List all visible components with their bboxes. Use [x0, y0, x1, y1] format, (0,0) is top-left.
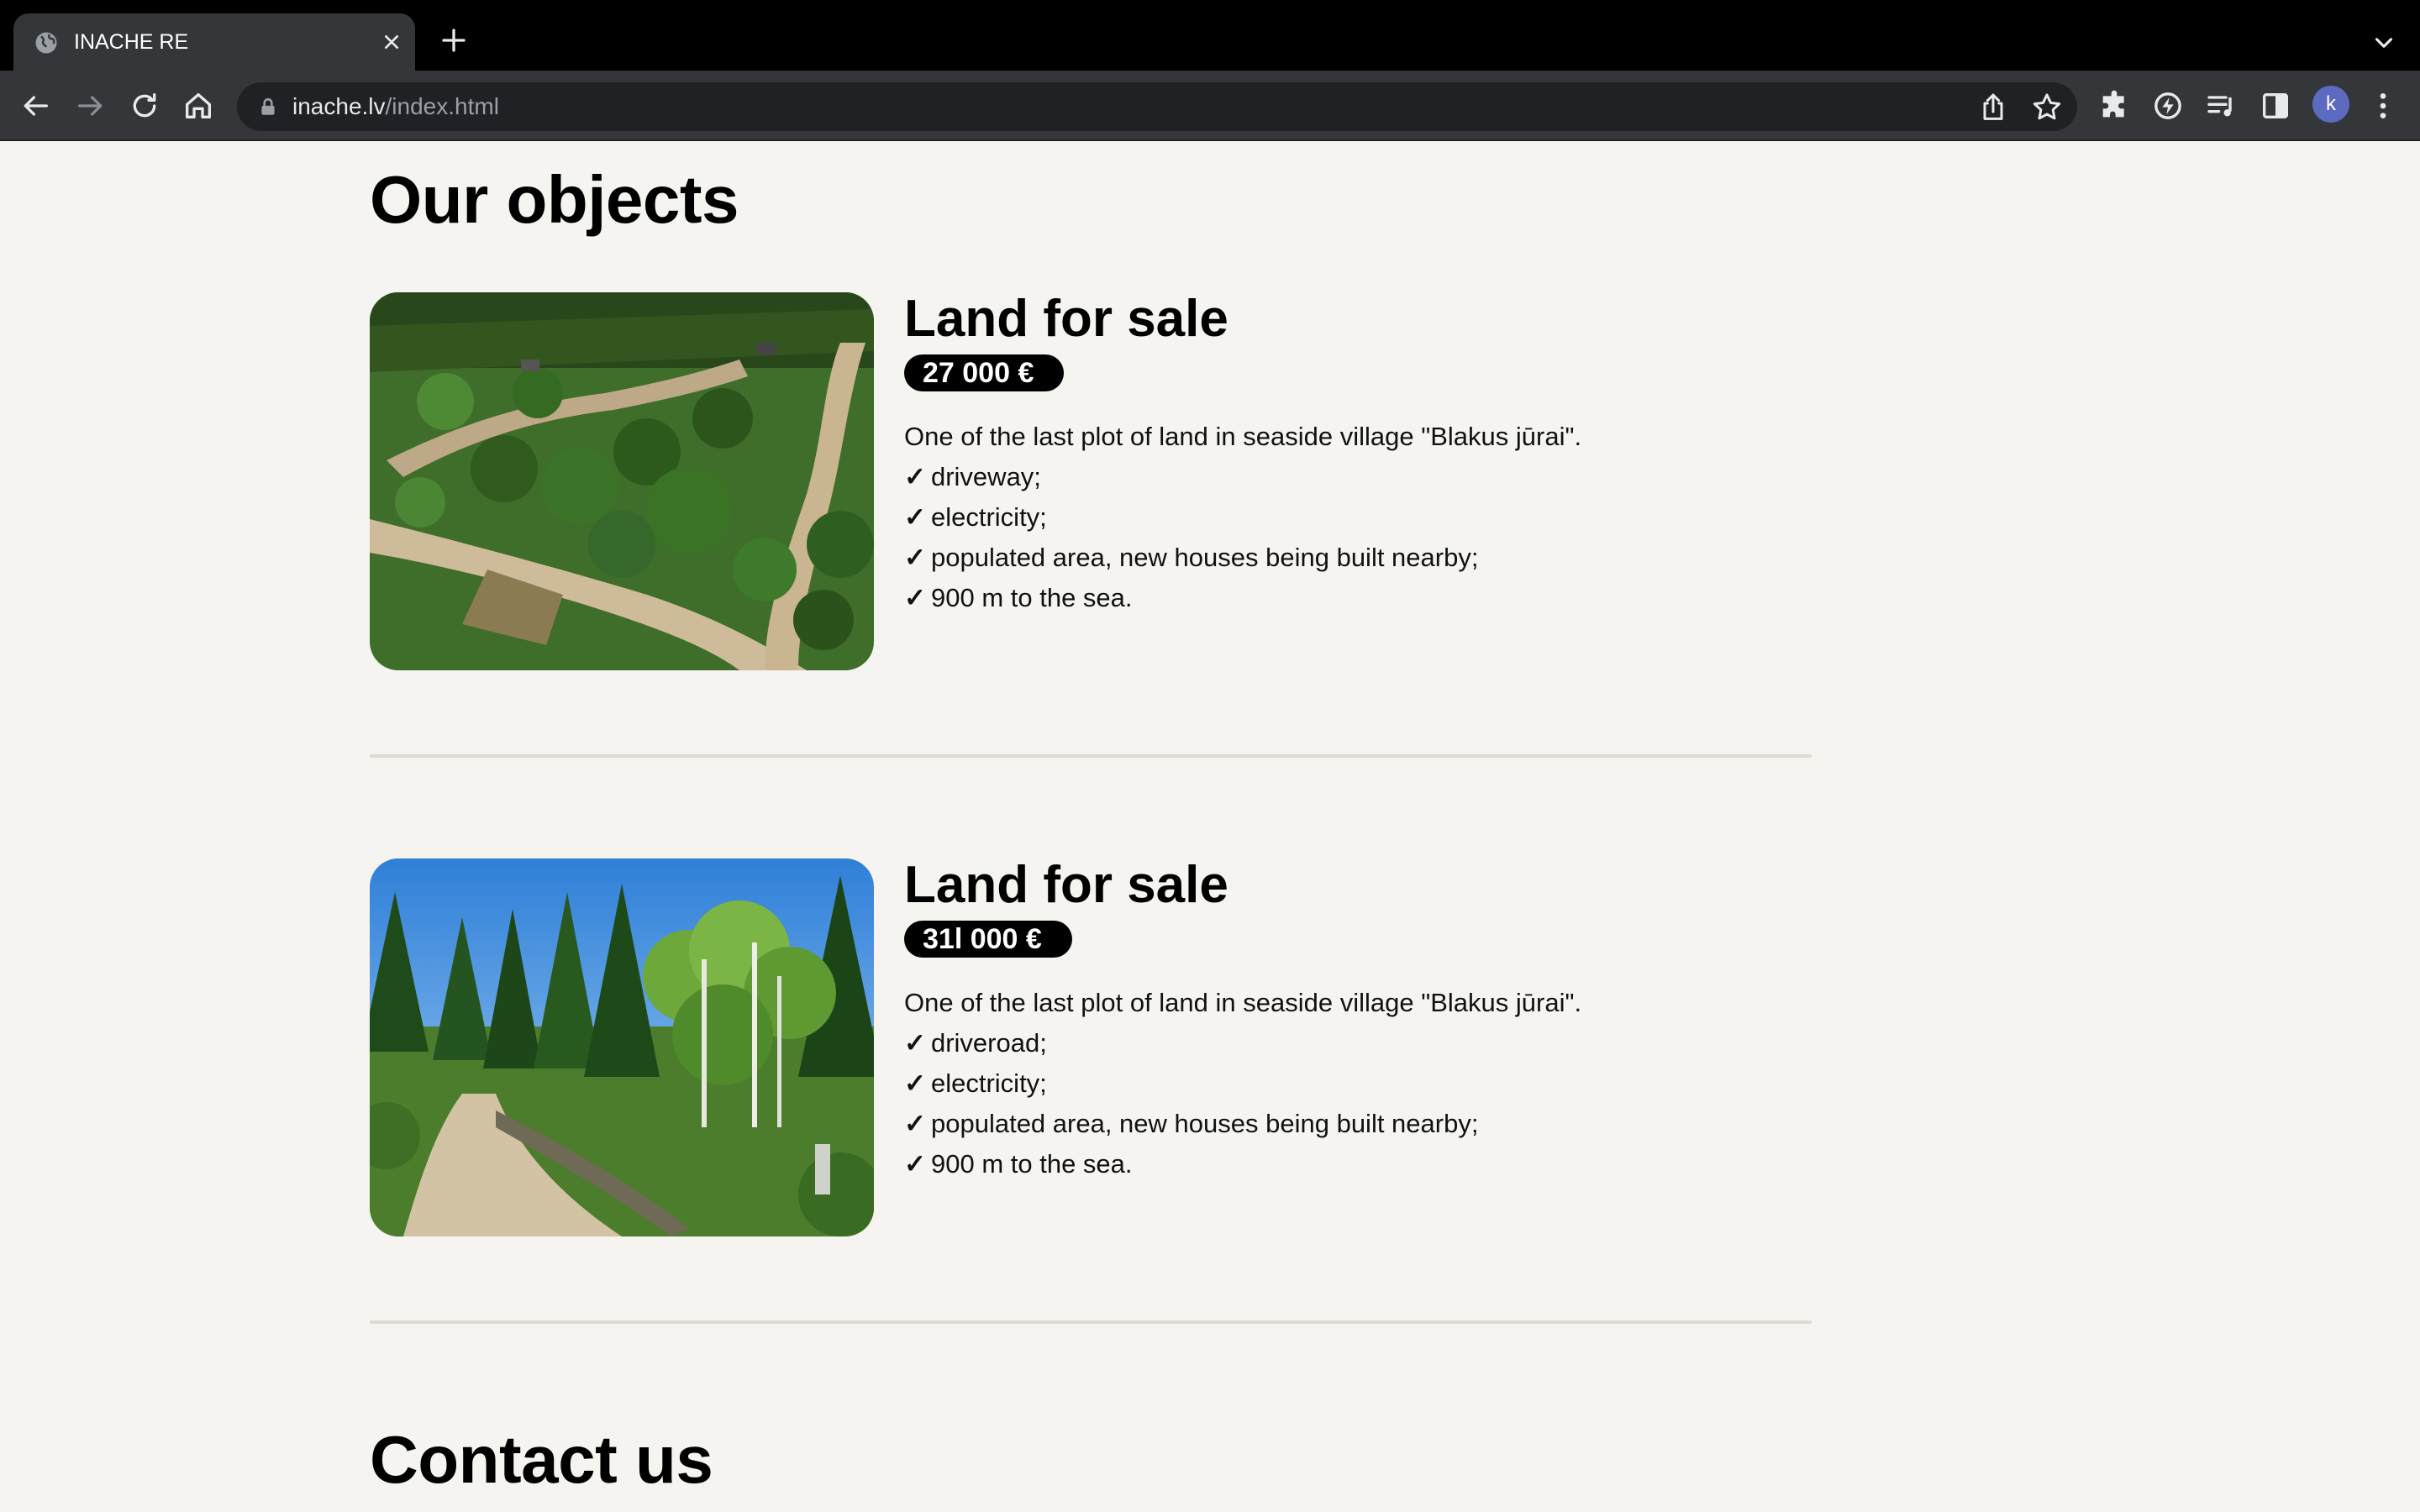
feature-item: ✓ electricity;: [904, 1063, 1812, 1104]
side-panel-icon[interactable]: [2259, 89, 2292, 123]
section-divider: [370, 1320, 1812, 1324]
check-icon: ✓: [904, 543, 926, 572]
url-host: inache.lv: [292, 93, 386, 119]
media-queue-icon[interactable]: [2205, 89, 2238, 123]
close-tab-icon[interactable]: [378, 29, 405, 55]
home-icon[interactable]: [182, 89, 215, 123]
extensions-puzzle-icon[interactable]: [2097, 89, 2131, 123]
check-icon: ✓: [904, 1149, 926, 1179]
feature-item: ✓ electricity;: [904, 497, 1812, 538]
feature-item: ✓ driveroad;: [904, 1023, 1812, 1063]
feature-text: driveway;: [930, 462, 1041, 491]
tab-title: INACHE RE: [74, 30, 189, 54]
feature-text: populated area, new houses being built n…: [930, 543, 1479, 572]
feature-text: electricity;: [930, 502, 1047, 532]
price-badge: 31l 000 €: [904, 921, 1072, 958]
extension-bolt-icon[interactable]: [2151, 89, 2185, 123]
feature-item: ✓ 900 m to the sea.: [904, 578, 1812, 618]
listing-card: Land for sale 27 000 € One of the last p…: [370, 290, 1812, 672]
globe-icon: [35, 32, 57, 54]
profile-avatar[interactable]: k: [2312, 86, 2349, 123]
listing-title: Land for sale: [904, 856, 1228, 914]
browser-tab[interactable]: INACHE RE: [13, 13, 415, 71]
listing-description: One of the last plot of land in seaside …: [904, 988, 1582, 1017]
page-content: Our objects Land for sale 27 000 € One o…: [0, 143, 2420, 1512]
check-icon: ✓: [904, 1068, 926, 1098]
feature-text: driveroad;: [930, 1028, 1047, 1058]
objects-heading: Our objects: [370, 162, 739, 237]
share-icon[interactable]: [1976, 91, 2010, 124]
feature-text: 900 m to the sea.: [930, 1149, 1133, 1179]
check-icon: ✓: [904, 1028, 926, 1058]
listing-photo-forest-road[interactable]: [370, 858, 874, 1236]
check-icon: ✓: [904, 502, 926, 532]
menu-kebab-icon[interactable]: [2366, 89, 2400, 123]
reload-icon[interactable]: [128, 89, 161, 123]
lock-icon[interactable]: [257, 96, 279, 118]
feature-item: ✓ driveway;: [904, 457, 1812, 497]
check-icon: ✓: [904, 1109, 926, 1138]
url-text[interactable]: inache.lv/index.html: [292, 92, 499, 121]
address-bar[interactable]: inache.lv/index.html: [237, 82, 2077, 131]
forest-road-image: [370, 858, 874, 1236]
browser-tab-strip: INACHE RE: [0, 0, 2420, 71]
feature-item: ✓ populated area, new houses being built …: [904, 1104, 1812, 1144]
listing-info: Land for sale 31l 000 € One of the last …: [904, 856, 1812, 1184]
listing-title: Land for sale: [904, 290, 1228, 348]
bookmark-star-icon[interactable]: [2030, 91, 2064, 124]
contact-heading: Contact us: [370, 1422, 713, 1497]
listing-photo-aerial[interactable]: [370, 292, 874, 670]
listing-card: Land for sale 31l 000 € One of the last …: [370, 856, 1812, 1238]
feature-text: populated area, new houses being built n…: [930, 1109, 1479, 1138]
feature-text: electricity;: [930, 1068, 1047, 1098]
browser-toolbar: inache.lv/index.html: [0, 71, 2420, 141]
price-badge: 27 000 €: [904, 354, 1065, 391]
listing-description: One of the last plot of land in seaside …: [904, 422, 1582, 451]
feature-item: ✓ populated area, new houses being built …: [904, 538, 1812, 578]
listing-info: Land for sale 27 000 € One of the last p…: [904, 290, 1812, 618]
url-path: /index.html: [385, 93, 499, 119]
tab-search-chevron-icon[interactable]: [2370, 29, 2398, 57]
check-icon: ✓: [904, 583, 926, 612]
back-arrow-icon[interactable]: [18, 89, 52, 123]
aerial-forest-image: [370, 292, 874, 670]
feature-text: 900 m to the sea.: [930, 583, 1133, 612]
forward-arrow-icon[interactable]: [74, 89, 108, 123]
section-divider: [370, 754, 1812, 758]
feature-item: ✓ 900 m to the sea.: [904, 1144, 1812, 1184]
new-tab-plus-icon[interactable]: [439, 25, 469, 55]
check-icon: ✓: [904, 462, 926, 491]
